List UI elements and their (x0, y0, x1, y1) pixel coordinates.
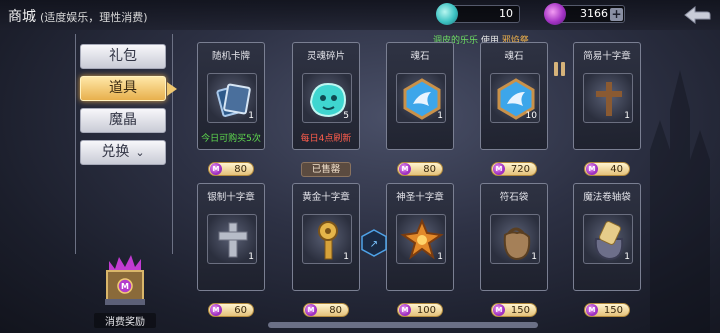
item-note: 今日可购买5次 (201, 134, 261, 144)
tab-magic-crystal[interactable]: 魔晶 (80, 108, 166, 133)
shop-item-card[interactable]: 银制十字章 1 (197, 183, 265, 291)
price-value: 40 (610, 164, 623, 175)
item-icon-tile: 1 (583, 73, 633, 123)
item-count: 5 (343, 111, 349, 121)
item-count: 1 (437, 111, 443, 121)
item-count: 1 (343, 252, 349, 262)
buy-price-button[interactable]: M 80 (303, 303, 349, 317)
magic-coin-icon: M (586, 163, 598, 175)
item-name: 灵魂碎片 (306, 51, 345, 62)
item-count: 10 (525, 111, 537, 121)
buy-price-button[interactable]: M 80 (208, 162, 254, 176)
crystal-gem-icon (436, 3, 458, 25)
shop-item-card[interactable]: 魂石 1 (386, 42, 454, 150)
buy-price-button[interactable]: M 100 (397, 303, 443, 317)
price-value: 100 (416, 305, 436, 316)
price-value: 80 (234, 164, 247, 175)
item-icon-tile: 1 (302, 214, 352, 264)
shop-item-card[interactable]: 黄金十字章 1 (292, 183, 360, 291)
item-count: 1 (624, 111, 630, 121)
svg-text:M: M (121, 282, 129, 291)
item-name: 银制十字章 (207, 192, 255, 203)
price-value: 150 (603, 305, 623, 316)
shop-item-card[interactable]: 魔法卷轴袋 1 (573, 183, 641, 291)
magic-coin-icon (544, 3, 566, 25)
top-bar: 商城 (适度娱乐，理性消费) 10 3166 + (0, 0, 720, 30)
svg-text:↗: ↗ (370, 239, 378, 250)
buy-price-button[interactable]: M 150 (584, 303, 630, 317)
item-icon-tile: 1 (396, 214, 446, 264)
buy-price-button[interactable]: M 80 (397, 162, 443, 176)
item-count: 1 (437, 252, 443, 262)
buy-price-button[interactable]: M 60 (208, 303, 254, 317)
magic-coin-icon: M (210, 163, 222, 175)
crystal-currency: 10 (436, 3, 520, 25)
shop-item-card[interactable]: 符石袋 1 (480, 183, 548, 291)
price-value: 60 (234, 305, 247, 316)
price-value: 80 (423, 164, 436, 175)
item-icon-tile: 10 (490, 73, 540, 123)
buy-price-button[interactable]: M 150 (491, 303, 537, 317)
item-count: 1 (248, 252, 254, 262)
item-icon-tile: 1 (490, 214, 540, 264)
back-arrow-icon[interactable] (683, 4, 711, 26)
shop-item-card[interactable]: 随机卡牌 1 今日可购买5次 (197, 42, 265, 150)
tab-exchange[interactable]: 兑换 ⌄ (80, 140, 166, 165)
price-value: 80 (329, 305, 342, 316)
item-icon-tile: 5 (302, 73, 352, 123)
item-name: 神圣十字章 (396, 192, 444, 203)
item-icon-tile: 1 (583, 214, 633, 264)
magic-coin-icon: M (399, 163, 411, 175)
magic-coin-currency: 3166 + (544, 3, 625, 25)
castle-silhouette (650, 70, 710, 333)
magic-coin-icon: M (586, 304, 598, 316)
add-currency-button[interactable]: + (610, 8, 623, 21)
magic-coin-icon: M (210, 304, 222, 316)
item-name: 随机卡牌 (211, 51, 250, 62)
magic-coin-icon: M (493, 304, 505, 316)
item-name: 魔法卷轴袋 (583, 192, 631, 203)
magic-coin-icon: M (493, 163, 505, 175)
magic-coin-icon: M (305, 304, 317, 316)
item-note: 每日4点刷新 (300, 134, 352, 144)
item-name: 简易十字章 (583, 51, 631, 62)
buy-price-button[interactable]: M 40 (584, 162, 630, 176)
shop-item-card[interactable]: 简易十字章 1 (573, 42, 641, 150)
buy-price-button[interactable]: M 720 (491, 162, 537, 176)
shop-item-card[interactable]: 神圣十字章 1 (386, 183, 454, 291)
item-name: 魂石 (504, 51, 524, 62)
item-icon-tile: 1 (207, 214, 257, 264)
item-count: 1 (248, 111, 254, 121)
item-icon-tile: 1 (396, 73, 446, 123)
price-value: 720 (510, 164, 530, 175)
item-name: 魂石 (410, 51, 430, 62)
pause-icon[interactable] (553, 62, 567, 76)
shop-item-card[interactable]: 魂石 10 (480, 42, 548, 150)
tab-items[interactable]: 道具 (80, 76, 177, 101)
shop-item-card[interactable]: 灵魂碎片 5 每日4点刷新 (292, 42, 360, 150)
price-value: 150 (510, 305, 530, 316)
item-count: 1 (531, 252, 537, 262)
chevron-down-icon: ⌄ (135, 146, 145, 159)
item-name: 黄金十字章 (302, 192, 350, 203)
reward-chest-icon: M (105, 255, 145, 305)
category-menu: 礼包 道具 魔晶 兑换 ⌄ M 消费奖励 (72, 30, 177, 333)
magic-coin-icon: M (399, 304, 411, 316)
spend-reward-button[interactable]: M 消费奖励 (94, 253, 156, 333)
scrollbar[interactable] (268, 322, 538, 328)
item-count: 1 (624, 252, 630, 262)
item-icon-tile: 1 (207, 73, 257, 123)
tab-gift-packs[interactable]: 礼包 (80, 44, 166, 69)
next-page-icon[interactable]: ↗ (360, 229, 388, 257)
page-title: 商城 (适度娱乐，理性消费) (8, 9, 148, 25)
sold-out-badge: 已售罄 (301, 162, 351, 177)
item-name: 符石袋 (499, 192, 529, 203)
